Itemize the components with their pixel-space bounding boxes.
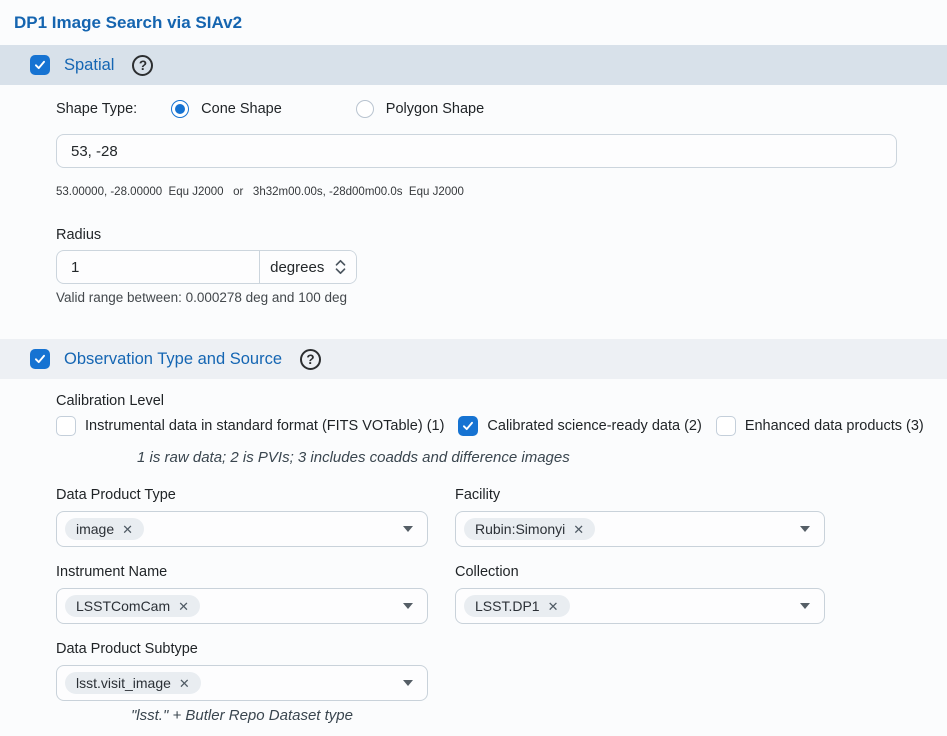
selected-tag: LSST.DP1 ✕ — [464, 595, 570, 617]
radius-unit-select[interactable]: degrees — [259, 251, 356, 283]
coordinates-input[interactable] — [56, 134, 897, 168]
instrument-name-field: Instrument Name LSSTComCam ✕ — [56, 564, 428, 624]
observation-section-label[interactable]: Observation Type and Source — [64, 350, 282, 369]
collection-dropdown[interactable]: LSST.DP1 ✕ — [455, 588, 825, 624]
calibration-option-1[interactable]: Instrumental data in standard format (FI… — [56, 416, 444, 436]
selected-tag: Rubin:Simonyi ✕ — [464, 518, 595, 540]
radius-valid-range: Valid range between: 0.000278 deg and 10… — [56, 290, 947, 305]
remove-tag-icon[interactable]: ✕ — [179, 677, 190, 690]
data-product-subtype-field: Data Product Subtype lsst.visit_image ✕ … — [56, 641, 428, 724]
calibration-2-label: Calibrated science-ready data (2) — [487, 418, 701, 434]
observation-section-body: Calibration Level Instrumental data in s… — [0, 393, 947, 724]
data-product-subtype-dropdown[interactable]: lsst.visit_image ✕ — [56, 665, 428, 701]
sia-search-form: DP1 Image Search via SIAv2 Spatial ? Sha… — [0, 0, 947, 736]
radio-option-polygon-shape[interactable]: Polygon Shape — [356, 100, 518, 118]
tag-value: lsst.visit_image — [76, 675, 171, 691]
shape-type-label: Shape Type: — [56, 101, 137, 117]
selected-tag: lsst.visit_image ✕ — [65, 672, 201, 694]
observation-section-header: Observation Type and Source ? — [0, 339, 947, 379]
tag-value: image — [76, 521, 114, 537]
data-product-type-field: Data Product Type image ✕ — [56, 487, 428, 547]
selected-tag: image ✕ — [65, 518, 144, 540]
tag-value: LSSTComCam — [76, 598, 170, 614]
calibration-option-3[interactable]: Enhanced data products (3) — [716, 416, 924, 436]
chevron-down-icon — [403, 526, 413, 532]
facility-label: Facility — [455, 487, 825, 503]
radius-input-group: degrees — [56, 250, 357, 284]
facility-field: Facility Rubin:Simonyi ✕ — [455, 487, 825, 547]
tag-value: LSST.DP1 — [475, 598, 540, 614]
observation-checkbox[interactable] — [30, 349, 50, 369]
coordinates-hint: 53.00000, -28.00000 Equ J2000 or 3h32m00… — [56, 186, 947, 198]
radius-input[interactable] — [57, 251, 259, 283]
spatial-section-body: Shape Type: Cone Shape Polygon Shape 53.… — [0, 100, 947, 305]
calibration-2-checkbox[interactable] — [458, 416, 478, 436]
facility-dropdown[interactable]: Rubin:Simonyi ✕ — [455, 511, 825, 547]
cone-shape-radio[interactable] — [171, 100, 189, 118]
data-product-type-label: Data Product Type — [56, 487, 428, 503]
chevron-down-icon — [403, 680, 413, 686]
observation-fields-grid: Data Product Type image ✕ Facility Rubin… — [56, 487, 947, 724]
calibration-level-label: Calibration Level — [56, 393, 947, 409]
calibration-1-checkbox[interactable] — [56, 416, 76, 436]
collection-field: Collection LSST.DP1 ✕ — [455, 564, 825, 624]
chevron-down-icon — [403, 603, 413, 609]
calibration-note: 1 is raw data; 2 is PVIs; 3 includes coa… — [137, 449, 947, 466]
shape-type-row: Shape Type: Cone Shape Polygon Shape — [56, 100, 947, 118]
radius-label: Radius — [56, 227, 947, 243]
data-product-subtype-label: Data Product Subtype — [56, 641, 428, 657]
spatial-section-header: Spatial ? — [0, 45, 947, 85]
observation-help-icon[interactable]: ? — [300, 349, 321, 370]
instrument-name-label: Instrument Name — [56, 564, 428, 580]
remove-tag-icon[interactable]: ✕ — [122, 523, 133, 536]
calibration-options-row: Instrumental data in standard format (FI… — [56, 416, 947, 436]
radio-option-cone-shape[interactable]: Cone Shape — [171, 100, 316, 118]
data-product-type-dropdown[interactable]: image ✕ — [56, 511, 428, 547]
spatial-section-label[interactable]: Spatial — [64, 56, 114, 75]
instrument-name-dropdown[interactable]: LSSTComCam ✕ — [56, 588, 428, 624]
stepper-icon — [335, 258, 346, 276]
radius-unit-value: degrees — [270, 259, 324, 276]
spatial-help-icon[interactable]: ? — [132, 55, 153, 76]
remove-tag-icon[interactable]: ✕ — [178, 600, 189, 613]
calibration-3-label: Enhanced data products (3) — [745, 418, 924, 434]
calibration-3-checkbox[interactable] — [716, 416, 736, 436]
cone-shape-label: Cone Shape — [201, 101, 282, 117]
polygon-shape-radio[interactable] — [356, 100, 374, 118]
chevron-down-icon — [800, 526, 810, 532]
tag-value: Rubin:Simonyi — [475, 521, 565, 537]
remove-tag-icon[interactable]: ✕ — [548, 600, 559, 613]
polygon-shape-label: Polygon Shape — [386, 101, 484, 117]
chevron-down-icon — [800, 603, 810, 609]
check-icon — [33, 352, 47, 366]
page-title: DP1 Image Search via SIAv2 — [0, 0, 947, 33]
calibration-option-2[interactable]: Calibrated science-ready data (2) — [458, 416, 701, 436]
spatial-checkbox[interactable] — [30, 55, 50, 75]
calibration-1-label: Instrumental data in standard format (FI… — [85, 418, 444, 434]
collection-label: Collection — [455, 564, 825, 580]
remove-tag-icon[interactable]: ✕ — [573, 523, 584, 536]
check-icon — [461, 419, 475, 433]
selected-tag: LSSTComCam ✕ — [65, 595, 200, 617]
subtype-note: "lsst." + Butler Repo Dataset type — [56, 707, 428, 724]
check-icon — [33, 58, 47, 72]
